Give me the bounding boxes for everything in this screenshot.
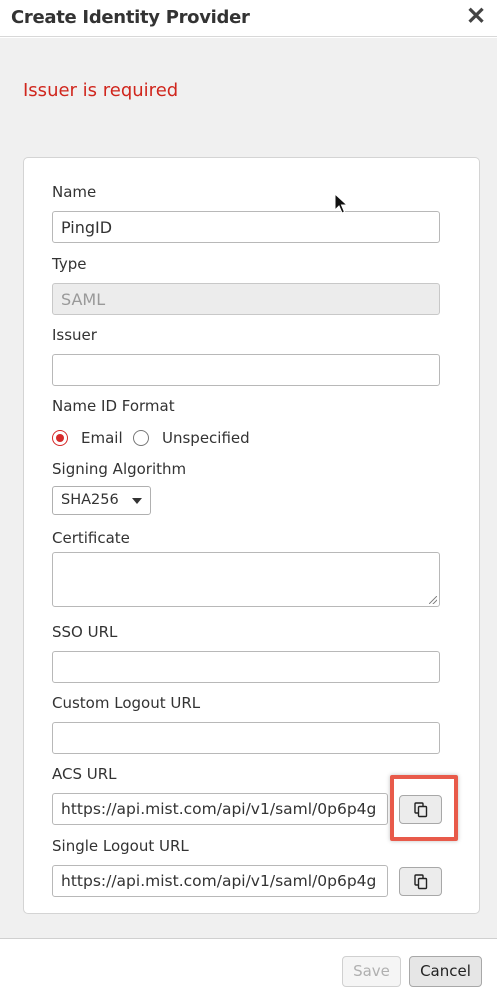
highlight-box xyxy=(390,775,458,841)
email-radio[interactable] xyxy=(52,430,68,446)
certificate-textarea[interactable] xyxy=(52,552,440,607)
type-input: SAML xyxy=(52,283,440,315)
certificate-label: Certificate xyxy=(52,529,130,547)
single-logout-url-label: Single Logout URL xyxy=(52,837,189,855)
custom-logout-url-input[interactable] xyxy=(52,722,440,754)
custom-logout-url-label: Custom Logout URL xyxy=(52,694,201,712)
dialog-footer: Save Cancel xyxy=(0,938,497,1000)
error-message: Issuer is required xyxy=(23,80,179,101)
chevron-down-icon xyxy=(132,498,142,504)
copy-single-logout-url-button[interactable] xyxy=(399,867,442,896)
mouse-cursor-icon xyxy=(334,193,348,214)
unspecified-radio-label[interactable]: Unspecified xyxy=(162,429,250,447)
signing-algorithm-label: Signing Algorithm xyxy=(52,460,187,478)
issuer-label: Issuer xyxy=(52,326,97,344)
copy-icon xyxy=(414,874,428,890)
dialog-title: Create Identity Provider xyxy=(11,7,250,28)
name-input[interactable]: PingID xyxy=(52,211,440,243)
name-label: Name xyxy=(52,183,97,201)
email-radio-label[interactable]: Email xyxy=(81,429,123,447)
sso-url-label: SSO URL xyxy=(52,623,118,641)
close-icon[interactable]: ✕ xyxy=(464,3,488,31)
dialog-header: Create Identity Provider ✕ xyxy=(0,0,497,37)
sso-url-input[interactable] xyxy=(52,651,440,683)
unspecified-radio[interactable] xyxy=(133,430,149,446)
type-label: Type xyxy=(52,255,87,273)
signing-algorithm-select[interactable]: SHA256 xyxy=(52,486,151,515)
acs-url-label: ACS URL xyxy=(52,765,117,783)
save-button[interactable]: Save xyxy=(342,956,401,987)
single-logout-url-input[interactable]: https://api.mist.com/api/v1/saml/0p6p4g xyxy=(52,865,388,897)
cancel-button[interactable]: Cancel xyxy=(409,956,482,987)
resize-handle-icon[interactable] xyxy=(429,596,437,604)
name-id-format-label: Name ID Format xyxy=(52,397,175,415)
issuer-input[interactable] xyxy=(52,354,440,386)
signing-algorithm-value: SHA256 xyxy=(61,492,119,508)
acs-url-input[interactable]: https://api.mist.com/api/v1/saml/0p6p4g xyxy=(52,793,388,825)
